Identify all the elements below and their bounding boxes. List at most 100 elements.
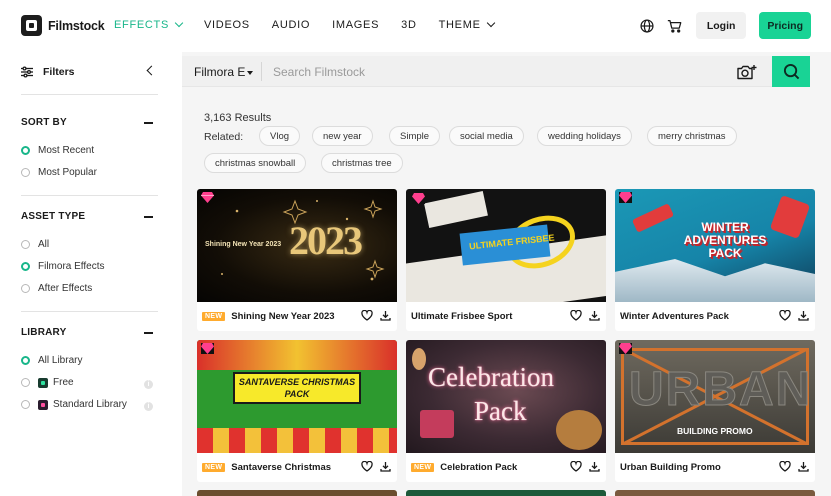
card-title[interactable]: Celebration Pack [440,462,517,473]
nav-item-videos[interactable]: VIDEOS [204,19,250,31]
radio-selected-icon [21,356,30,365]
card-thumbnail[interactable]: Shining New Year 2023 2023 [197,189,397,302]
related-tag[interactable]: Vlog [259,126,301,146]
card-thumbnail[interactable]: Celebration Pack [406,340,606,453]
card-title[interactable]: Ultimate Frisbee Sport [411,311,512,322]
download-icon[interactable] [380,310,391,321]
card-thumbnail[interactable]: SANTAVERSE CHRISTMAS PACK [197,340,397,453]
sort-option-most-popular[interactable]: Most Popular [21,167,97,178]
option-label: Most Popular [38,167,97,178]
divider [21,195,158,196]
thumbnail-decoration [631,203,675,233]
heart-icon[interactable] [779,461,791,472]
related-tag[interactable]: christmas snowball [204,153,307,173]
related-tag[interactable]: merry christmas [647,126,737,146]
premium-gem-icon [201,192,214,203]
thumbnail-caption: Celebration [428,362,554,392]
asset-card[interactable]: URBAN BUILDING PROMO Urban Building Prom… [615,340,815,482]
card-title[interactable]: Shining New Year 2023 [231,311,334,322]
download-icon[interactable] [380,461,391,472]
card-thumbnail[interactable]: URBAN BUILDING PROMO [615,340,815,453]
pricing-button[interactable]: Pricing [759,12,811,39]
card-title[interactable]: Winter Adventures Pack [620,311,729,322]
heart-icon[interactable] [570,310,582,321]
info-icon[interactable]: i [144,402,153,411]
asset-option-after-effects[interactable]: After Effects [21,283,92,294]
library-option-free[interactable]: Free [21,377,74,388]
heart-icon[interactable] [361,310,373,321]
nav-item-audio[interactable]: AUDIO [272,19,310,31]
radio-selected-icon [21,262,30,271]
asset-card-partial[interactable] [406,490,606,496]
asset-option-all[interactable]: All [21,239,49,250]
top-right-actions: Login Pricing [640,12,811,39]
card-thumbnail[interactable]: ULTIMATE FRISBEE [406,189,606,302]
radio-icon [21,284,30,293]
related-tag[interactable]: new year [312,126,373,146]
search-input[interactable] [273,62,723,82]
nav-item-images[interactable]: IMAGES [332,19,379,31]
heart-icon[interactable] [779,310,791,321]
download-icon[interactable] [589,310,600,321]
thumbnail-decoration [197,340,397,370]
asset-card[interactable]: WINTER ADVENTURES PACK Winter Adventures… [615,189,815,331]
asset-card-partial[interactable] [197,490,397,496]
results-area: Filmora E 3,163 Results Related: Vlog ne… [182,52,831,496]
thumbnail-caption: WINTER ADVENTURES PACK [683,220,767,260]
download-icon[interactable] [798,310,809,321]
nav-item-effects[interactable]: EFFECTS [114,18,184,31]
library-option-all[interactable]: All Library [21,355,82,366]
card-title[interactable]: Santaverse Christmas [231,462,331,473]
image-search-icon[interactable] [737,64,757,80]
radio-icon [21,168,30,177]
search-scope-dropdown[interactable]: Filmora E [194,65,254,79]
filmstock-logo-icon [21,15,42,36]
asset-card-partial[interactable] [615,490,815,496]
thumbnail-caption: Shining New Year 2023 [205,241,282,248]
collapse-sort-by-icon[interactable] [144,122,153,124]
thumbnail-decoration [615,259,815,302]
results-count: 3,163 Results [204,112,272,124]
option-label: Filmora Effects [38,261,105,272]
globe-icon[interactable] [640,18,654,33]
asset-card[interactable]: Celebration Pack NEW Celebration Pack [406,340,606,482]
download-icon[interactable] [589,461,600,472]
sort-option-most-recent[interactable]: Most Recent [21,145,94,156]
card-footer: Ultimate Frisbee Sport [406,302,606,331]
chevron-down-icon [486,18,495,28]
collapse-library-icon[interactable] [144,332,153,334]
collapse-sidebar-icon[interactable] [146,65,157,76]
related-tag[interactable]: social media [449,126,524,146]
info-icon[interactable]: i [144,380,153,389]
premium-gem-icon [619,343,632,354]
related-tag[interactable]: wedding holidays [537,126,632,146]
card-thumbnail[interactable]: WINTER ADVENTURES PACK [615,189,815,302]
download-icon[interactable] [798,461,809,472]
divider [21,311,158,312]
heart-icon[interactable] [570,461,582,472]
library-title: LIBRARY [21,327,67,338]
asset-card[interactable]: Shining New Year 2023 2023 NEW Shining N… [197,189,397,331]
nav-item-theme[interactable]: THEME [439,18,495,31]
heart-icon[interactable] [361,461,373,472]
filmstock-logo[interactable]: Filmstock [21,15,105,36]
search-button[interactable] [772,56,810,87]
thumbnail-decoration [424,191,488,228]
nav-item-label: 3D [401,19,417,31]
sort-by-title: SORT BY [21,117,67,128]
login-button[interactable]: Login [695,12,747,39]
cart-icon[interactable] [667,19,682,33]
asset-card[interactable]: SANTAVERSE CHRISTMAS PACK NEW Santaverse… [197,340,397,482]
asset-card[interactable]: ULTIMATE FRISBEE Ultimate Frisbee Sport [406,189,606,331]
nav-item-label: AUDIO [271,19,311,31]
asset-option-filmora-effects[interactable]: Filmora Effects [21,261,105,272]
card-title[interactable]: Urban Building Promo [620,462,721,473]
thumbnail-headline: 2023 [289,218,363,263]
collapse-asset-type-icon[interactable] [144,216,153,218]
thumbnail-decoration [420,410,454,438]
nav-item-3d[interactable]: 3D [401,19,416,31]
library-option-standard[interactable]: Standard Library [21,399,127,410]
related-tag[interactable]: christmas tree [321,153,403,173]
thumbnail-decoration [556,410,602,450]
related-tag[interactable]: Simple [389,126,441,146]
